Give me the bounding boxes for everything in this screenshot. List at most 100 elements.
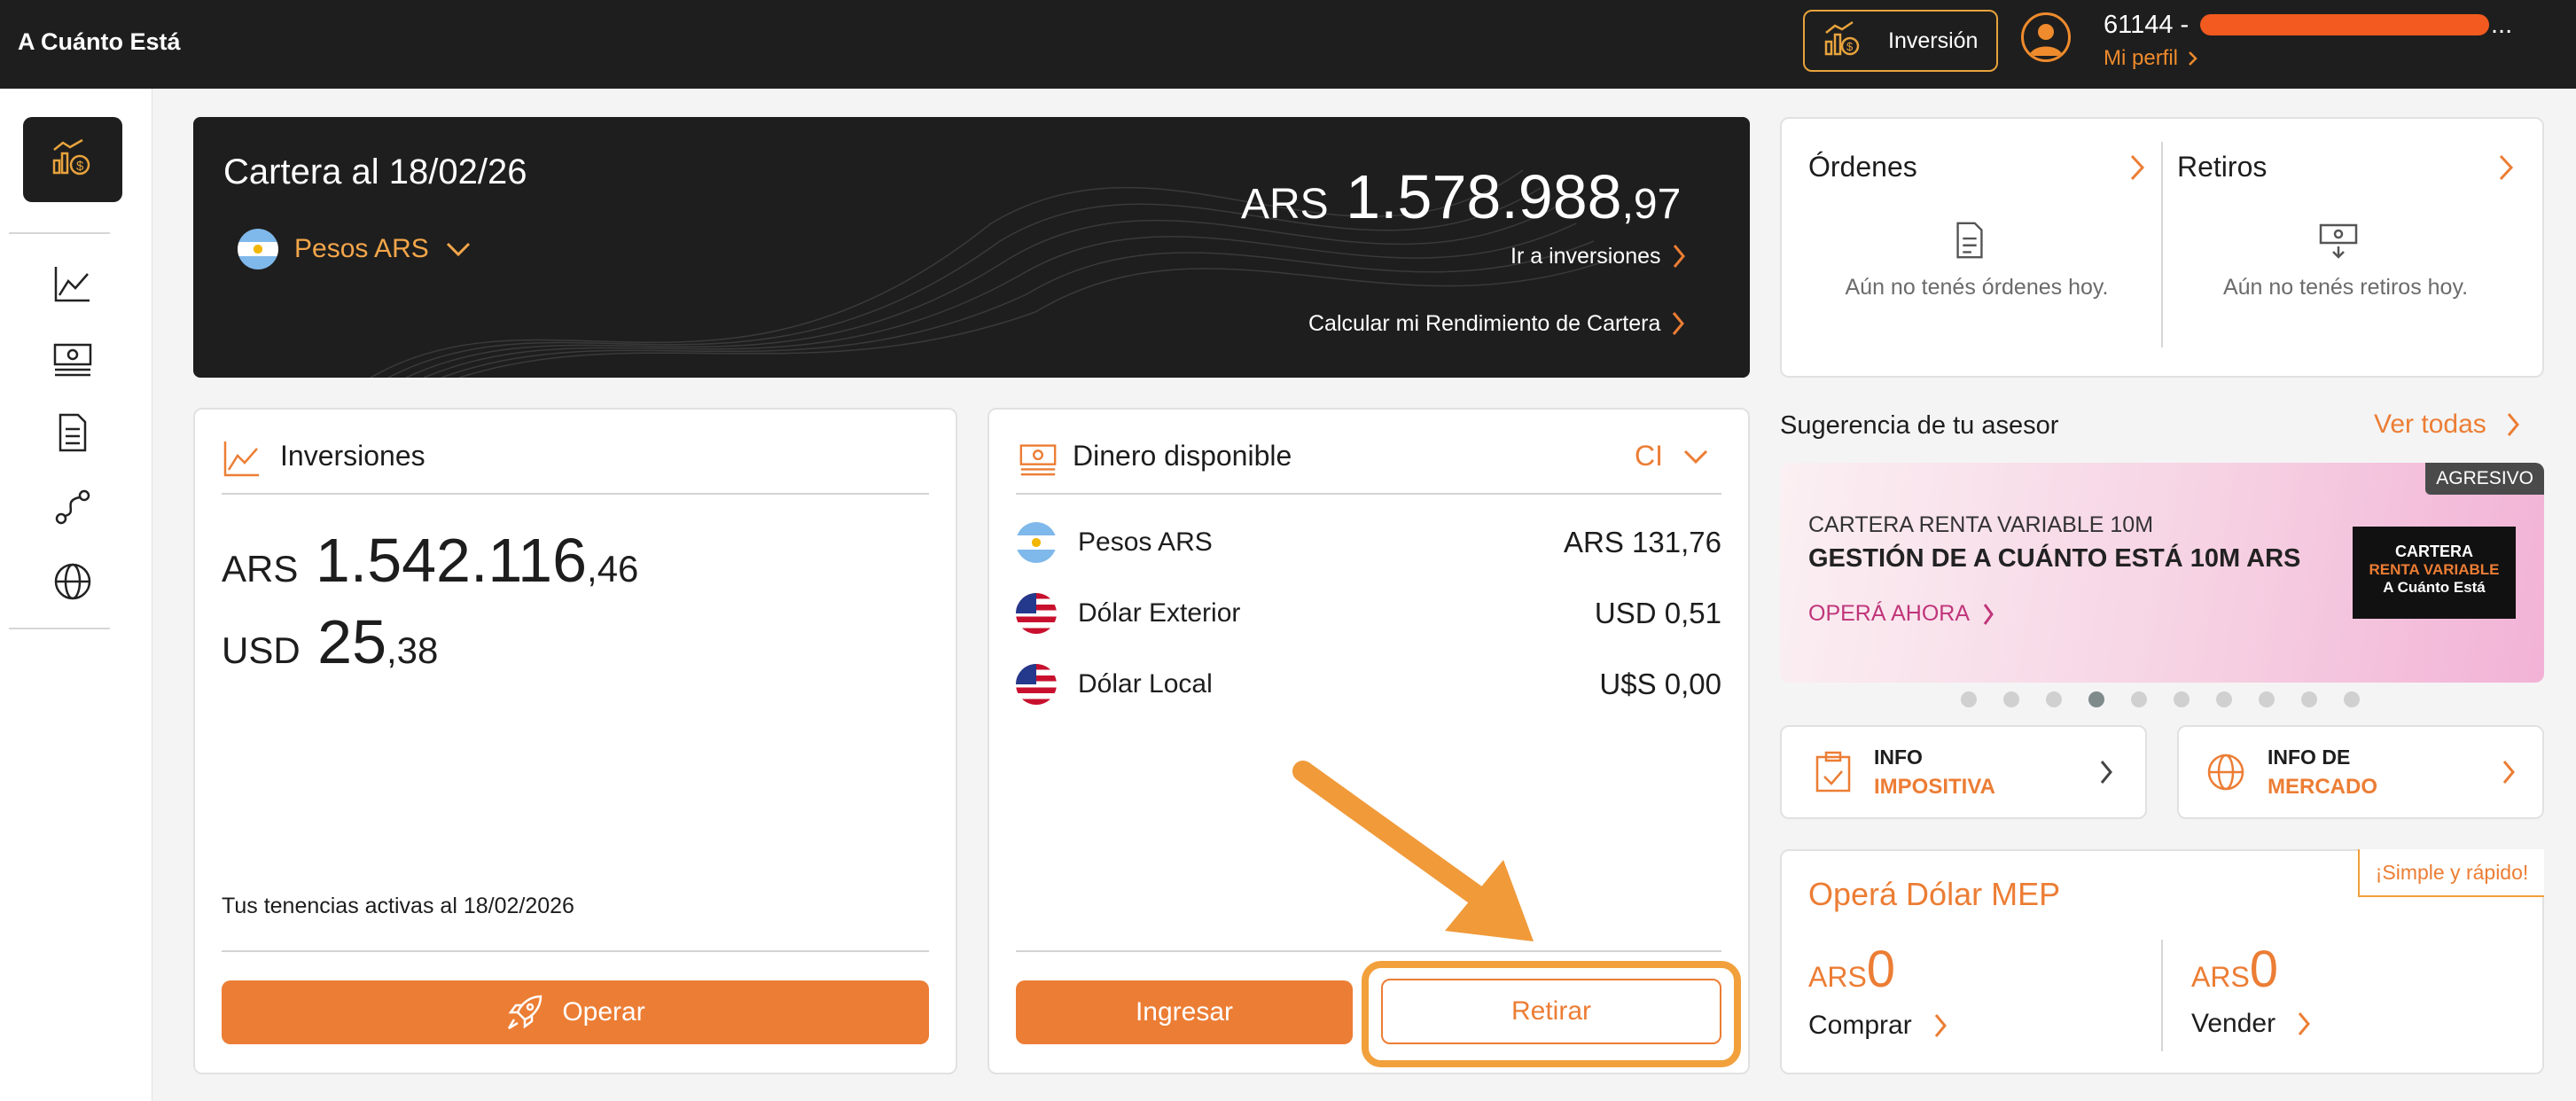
carousel-dot[interactable] xyxy=(2003,691,2019,707)
suggestion-headline: GESTIÓN DE A CUÁNTO ESTÁ 10M ARS xyxy=(1808,544,2301,573)
sidebar-item-charts[interactable] xyxy=(46,257,99,310)
see-all-link[interactable]: Ver todas xyxy=(2374,410,2520,440)
portfolio-total: ARS 1.578.988,97 xyxy=(1241,161,1681,232)
carousel-dot[interactable] xyxy=(2301,691,2317,707)
tax-info-button[interactable]: INFO IMPOSITIVA xyxy=(1780,725,2147,819)
sidebar-divider xyxy=(9,232,110,234)
operate-now-link[interactable]: OPERÁ AHORA xyxy=(1808,601,1994,627)
mep-buy-value: 0 xyxy=(1866,941,1896,998)
mep-sell-link[interactable]: Vender xyxy=(2191,1009,2311,1039)
user-icon xyxy=(2029,24,2063,56)
ingresar-button[interactable]: Ingresar xyxy=(1016,980,1353,1044)
retirar-button[interactable]: Retirar xyxy=(1381,979,1721,1044)
chevron-right-icon xyxy=(2189,51,2197,66)
chevron-right-icon xyxy=(2502,761,2515,784)
investments-usd-amount: USD 25,38 xyxy=(222,606,438,677)
balance-row: Dólar Local U$S 0,00 xyxy=(1016,664,1721,705)
balance-value: USD 0,51 xyxy=(1594,597,1721,629)
globe-icon xyxy=(54,563,91,600)
mep-buy-link[interactable]: Comprar xyxy=(1808,1011,1948,1041)
investments-ars-currency: ARS xyxy=(222,548,299,590)
investments-title: Inversiones xyxy=(280,440,425,472)
chevron-right-icon xyxy=(2507,413,2519,436)
orders-header[interactable]: Órdenes xyxy=(1808,151,2145,184)
withdrawals-header[interactable]: Retiros xyxy=(2177,151,2514,184)
account-selector[interactable]: CI xyxy=(1635,440,1709,472)
carousel-dot[interactable] xyxy=(2259,691,2275,707)
portfolio-summary: Cartera al 18/02/26 Pesos ARS ARS 1.578.… xyxy=(193,117,1750,378)
carousel-dot[interactable] xyxy=(2131,691,2147,707)
portfolio-icon: $ xyxy=(52,138,90,176)
clipboard-check-icon xyxy=(1815,751,1851,793)
operar-button[interactable]: Operar xyxy=(222,980,929,1044)
carousel-dot[interactable] xyxy=(2344,691,2360,707)
currency-selector[interactable]: Pesos ARS xyxy=(238,229,472,269)
mep-buy-currency: ARS xyxy=(1808,961,1867,993)
advisor-suggestion-title: Sugerencia de tu asesor xyxy=(1780,411,2059,440)
mep-sell-label: Vender xyxy=(2191,1009,2276,1038)
carousel-dot[interactable] xyxy=(2174,691,2190,707)
usa-flag-icon xyxy=(1016,593,1057,634)
retirar-label: Retirar xyxy=(1510,996,1591,1026)
line-chart-icon xyxy=(54,267,90,302)
portfolio-title: Cartera al 18/02/26 xyxy=(223,152,527,191)
balance-label: Dólar Local xyxy=(1078,669,1213,699)
chevron-right-icon xyxy=(1983,603,1994,625)
argentina-flag-icon xyxy=(1016,522,1057,563)
chevron-right-icon xyxy=(1673,312,1685,335)
brand-logo[interactable]: A Cuánto Está xyxy=(18,28,181,56)
calculate-returns-link[interactable]: Calcular mi Rendimiento de Cartera xyxy=(1308,310,1685,337)
mep-sell-currency: ARS xyxy=(2191,961,2250,993)
investments-ars-decimal: ,46 xyxy=(587,548,639,590)
chevron-right-icon xyxy=(1934,1014,1947,1037)
carousel-dot[interactable] xyxy=(2216,691,2232,707)
balance-label: Dólar Exterior xyxy=(1078,598,1241,628)
sidebar-item-portfolio[interactable]: $ xyxy=(23,117,122,202)
mep-sell-amount: ARS0 xyxy=(2191,940,2278,999)
divider xyxy=(1016,493,1721,495)
go-to-investments-link[interactable]: Ir a inversiones xyxy=(1510,243,1686,269)
market-info-button[interactable]: INFO DE MERCADO xyxy=(2177,725,2544,819)
portfolio-total-currency: ARS xyxy=(1241,181,1329,228)
chevron-right-icon xyxy=(2298,1012,2311,1035)
portfolio-logo: CARTERA RENTA VARIABLE A Cuánto Está xyxy=(2353,527,2516,619)
investments-ars-integer: 1.542.116 xyxy=(315,526,588,595)
investments-usd-currency: USD xyxy=(222,629,301,671)
mep-buy-label: Comprar xyxy=(1808,1011,1912,1040)
chevron-right-icon xyxy=(2130,154,2145,180)
avatar[interactable] xyxy=(2021,12,2071,62)
profile-label: Mi perfil xyxy=(2104,46,2179,70)
sidebar-item-route[interactable] xyxy=(46,480,99,534)
balance-value: ARS 131,76 xyxy=(1564,526,1721,558)
balance-row: Dólar Exterior USD 0,51 xyxy=(1016,593,1721,634)
investments-usd-decimal: ,38 xyxy=(386,629,439,671)
tax-info-line-1: INFO xyxy=(1874,745,1923,769)
sidebar-item-money[interactable] xyxy=(46,332,99,385)
calculate-returns-label: Calcular mi Rendimiento de Cartera xyxy=(1308,310,1661,336)
user-id: 61144 - xyxy=(2104,11,2190,39)
inversion-button[interactable]: $ Inversión xyxy=(1803,10,1998,72)
suggestion-banner[interactable]: AGRESIVO CARTERA RENTA VARIABLE 10M GEST… xyxy=(1780,463,2544,683)
carousel-dot[interactable] xyxy=(2046,691,2062,707)
market-info-line-1: INFO DE xyxy=(2268,745,2351,769)
withdrawals-title: Retiros xyxy=(2177,151,2268,183)
sidebar-item-market[interactable] xyxy=(46,555,99,608)
logo-line-2: RENTA VARIABLE xyxy=(2369,561,2500,578)
chevron-right-icon xyxy=(2499,154,2514,180)
go-to-investments-label: Ir a inversiones xyxy=(1510,243,1661,269)
chevron-right-icon xyxy=(2100,761,2112,784)
mep-title: Operá Dólar MEP xyxy=(1808,876,2061,912)
carousel-dots xyxy=(1961,691,2360,707)
sidebar-item-documents[interactable] xyxy=(46,406,99,459)
money-icon xyxy=(1019,444,1057,476)
divider xyxy=(1016,950,1721,952)
globe-icon xyxy=(2207,754,2244,791)
profile-link[interactable]: Mi perfil xyxy=(2104,46,2199,71)
sidebar-divider xyxy=(9,628,110,629)
portfolio-total-decimal: ,97 xyxy=(1621,181,1682,228)
carousel-dot[interactable] xyxy=(1961,691,1977,707)
carousel-dot[interactable] xyxy=(2088,691,2104,707)
usa-flag-icon xyxy=(1016,664,1057,705)
mep-buy-amount: ARS0 xyxy=(1808,940,1895,999)
risk-badge: AGRESIVO xyxy=(2425,463,2544,495)
